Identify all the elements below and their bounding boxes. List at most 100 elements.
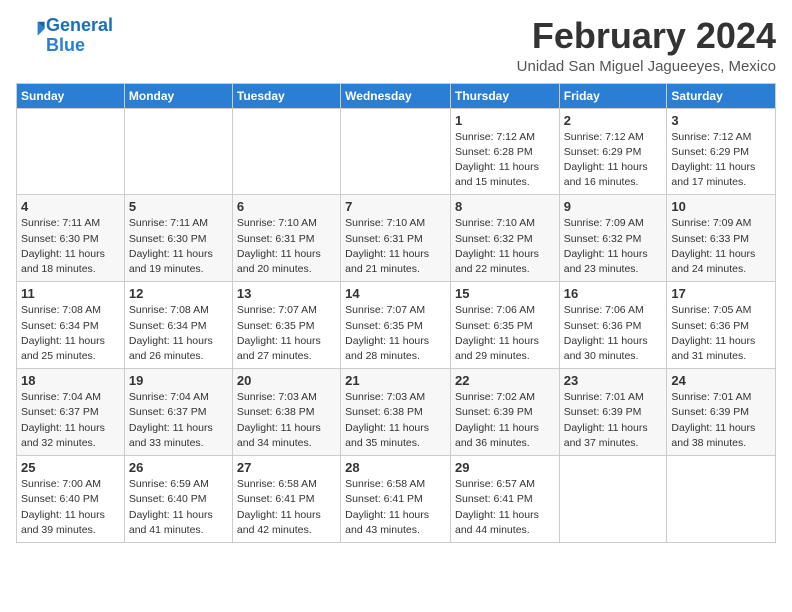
weekday-saturday: Saturday — [667, 83, 776, 108]
day-info: Sunrise: 6:59 AMSunset: 6:40 PMDaylight:… — [129, 477, 228, 538]
calendar-cell: 6 Sunrise: 7:10 AMSunset: 6:31 PMDaylight… — [232, 195, 340, 282]
day-number: 16 — [564, 286, 663, 301]
calendar-cell: 28 Sunrise: 6:58 AMSunset: 6:41 PMDayligh… — [341, 456, 451, 543]
day-info: Sunrise: 6:58 AMSunset: 6:41 PMDaylight:… — [237, 477, 336, 538]
day-info: Sunrise: 7:07 AMSunset: 6:35 PMDaylight:… — [345, 303, 446, 364]
day-number: 9 — [564, 199, 663, 214]
calendar-cell — [17, 108, 125, 195]
day-info: Sunrise: 7:06 AMSunset: 6:36 PMDaylight:… — [564, 303, 663, 364]
calendar-cell: 25 Sunrise: 7:00 AMSunset: 6:40 PMDayligh… — [17, 456, 125, 543]
day-info: Sunrise: 7:05 AMSunset: 6:36 PMDaylight:… — [671, 303, 771, 364]
day-info: Sunrise: 7:07 AMSunset: 6:35 PMDaylight:… — [237, 303, 336, 364]
day-number: 7 — [345, 199, 446, 214]
calendar-cell: 4 Sunrise: 7:11 AMSunset: 6:30 PMDaylight… — [17, 195, 125, 282]
day-info: Sunrise: 7:02 AMSunset: 6:39 PMDaylight:… — [455, 390, 555, 451]
calendar-cell: 23Sunrise: 7:01 AMSunset: 6:39 PMDayligh… — [559, 369, 667, 456]
day-info: Sunrise: 7:11 AMSunset: 6:30 PMDaylight:… — [129, 216, 228, 277]
calendar-cell: 7Sunrise: 7:10 AMSunset: 6:31 PMDaylight… — [341, 195, 451, 282]
day-number: 18 — [21, 373, 120, 388]
calendar-cell: 10Sunrise: 7:09 AMSunset: 6:33 PMDayligh… — [667, 195, 776, 282]
day-info: Sunrise: 7:04 AMSunset: 6:37 PMDaylight:… — [129, 390, 228, 451]
calendar-cell: 11 Sunrise: 7:08 AMSunset: 6:34 PMDayligh… — [17, 282, 125, 369]
day-number: 10 — [671, 199, 771, 214]
week-row-4: 18 Sunrise: 7:04 AMSunset: 6:37 PMDayligh… — [17, 369, 776, 456]
day-info: Sunrise: 7:03 AMSunset: 6:38 PMDaylight:… — [345, 390, 446, 451]
calendar-cell: 26 Sunrise: 6:59 AMSunset: 6:40 PMDayligh… — [124, 456, 232, 543]
calendar-cell: 5 Sunrise: 7:11 AMSunset: 6:30 PMDaylight… — [124, 195, 232, 282]
day-number: 2 — [564, 113, 663, 128]
calendar-cell: 8 Sunrise: 7:10 AMSunset: 6:32 PMDaylight… — [450, 195, 559, 282]
calendar-cell: 20 Sunrise: 7:03 AMSunset: 6:38 PMDayligh… — [232, 369, 340, 456]
day-number: 6 — [237, 199, 336, 214]
logo-icon — [18, 19, 46, 47]
weekday-thursday: Thursday — [450, 83, 559, 108]
calendar-cell — [124, 108, 232, 195]
day-info: Sunrise: 7:10 AMSunset: 6:31 PMDaylight:… — [237, 216, 336, 277]
day-number: 8 — [455, 199, 555, 214]
day-info: Sunrise: 6:58 AMSunset: 6:41 PMDaylight:… — [345, 477, 446, 538]
calendar-cell: 2 Sunrise: 7:12 AMSunset: 6:29 PMDaylight… — [559, 108, 667, 195]
day-info: Sunrise: 7:11 AMSunset: 6:30 PMDaylight:… — [21, 216, 120, 277]
calendar-cell: 17 Sunrise: 7:05 AMSunset: 6:36 PMDayligh… — [667, 282, 776, 369]
calendar-cell: 3 Sunrise: 7:12 AMSunset: 6:29 PMDaylight… — [667, 108, 776, 195]
day-number: 20 — [237, 373, 336, 388]
calendar-cell: 21Sunrise: 7:03 AMSunset: 6:38 PMDayligh… — [341, 369, 451, 456]
week-row-3: 11 Sunrise: 7:08 AMSunset: 6:34 PMDayligh… — [17, 282, 776, 369]
week-row-1: 1 Sunrise: 7:12 AMSunset: 6:28 PMDaylight… — [17, 108, 776, 195]
day-number: 12 — [129, 286, 228, 301]
calendar-cell: 15Sunrise: 7:06 AMSunset: 6:35 PMDayligh… — [450, 282, 559, 369]
calendar-cell: 13 Sunrise: 7:07 AMSunset: 6:35 PMDayligh… — [232, 282, 340, 369]
weekday-monday: Monday — [124, 83, 232, 108]
logo-text: General Blue — [46, 16, 113, 56]
calendar-cell — [667, 456, 776, 543]
calendar-cell — [559, 456, 667, 543]
day-info: Sunrise: 7:09 AMSunset: 6:32 PMDaylight:… — [564, 216, 663, 277]
day-number: 11 — [21, 286, 120, 301]
day-number: 5 — [129, 199, 228, 214]
day-info: Sunrise: 7:08 AMSunset: 6:34 PMDaylight:… — [21, 303, 120, 364]
page-header: General Blue February 2024 Unidad San Mi… — [16, 16, 776, 75]
day-info: Sunrise: 7:04 AMSunset: 6:37 PMDaylight:… — [21, 390, 120, 451]
day-info: Sunrise: 7:12 AMSunset: 6:29 PMDaylight:… — [671, 130, 771, 191]
day-info: Sunrise: 7:12 AMSunset: 6:28 PMDaylight:… — [455, 130, 555, 191]
calendar-cell: 16 Sunrise: 7:06 AMSunset: 6:36 PMDayligh… — [559, 282, 667, 369]
day-number: 4 — [21, 199, 120, 214]
weekday-sunday: Sunday — [17, 83, 125, 108]
logo: General Blue — [16, 16, 113, 56]
day-number: 27 — [237, 460, 336, 475]
day-number: 1 — [455, 113, 555, 128]
day-number: 19 — [129, 373, 228, 388]
weekday-wednesday: Wednesday — [341, 83, 451, 108]
calendar-table: SundayMondayTuesdayWednesdayThursdayFrid… — [16, 83, 776, 543]
location-title: Unidad San Miguel Jagueeyes, Mexico — [517, 58, 776, 75]
month-title: February 2024 — [517, 16, 776, 56]
calendar-cell — [341, 108, 451, 195]
day-info: Sunrise: 7:06 AMSunset: 6:35 PMDaylight:… — [455, 303, 555, 364]
day-info: Sunrise: 6:57 AMSunset: 6:41 PMDaylight:… — [455, 477, 555, 538]
day-info: Sunrise: 7:08 AMSunset: 6:34 PMDaylight:… — [129, 303, 228, 364]
calendar-cell: 22Sunrise: 7:02 AMSunset: 6:39 PMDayligh… — [450, 369, 559, 456]
weekday-tuesday: Tuesday — [232, 83, 340, 108]
week-row-5: 25 Sunrise: 7:00 AMSunset: 6:40 PMDayligh… — [17, 456, 776, 543]
calendar-cell: 9 Sunrise: 7:09 AMSunset: 6:32 PMDaylight… — [559, 195, 667, 282]
day-number: 3 — [671, 113, 771, 128]
day-number: 24 — [671, 373, 771, 388]
day-number: 26 — [129, 460, 228, 475]
day-number: 28 — [345, 460, 446, 475]
calendar-cell: 12 Sunrise: 7:08 AMSunset: 6:34 PMDayligh… — [124, 282, 232, 369]
day-info: Sunrise: 7:10 AMSunset: 6:32 PMDaylight:… — [455, 216, 555, 277]
day-info: Sunrise: 7:03 AMSunset: 6:38 PMDaylight:… — [237, 390, 336, 451]
day-number: 14 — [345, 286, 446, 301]
calendar-cell: 1 Sunrise: 7:12 AMSunset: 6:28 PMDaylight… — [450, 108, 559, 195]
day-number: 13 — [237, 286, 336, 301]
calendar-cell: 27 Sunrise: 6:58 AMSunset: 6:41 PMDayligh… — [232, 456, 340, 543]
calendar-body: 1 Sunrise: 7:12 AMSunset: 6:28 PMDaylight… — [17, 108, 776, 542]
day-info: Sunrise: 7:01 AMSunset: 6:39 PMDaylight:… — [671, 390, 771, 451]
day-number: 17 — [671, 286, 771, 301]
day-info: Sunrise: 7:00 AMSunset: 6:40 PMDaylight:… — [21, 477, 120, 538]
calendar-cell: 19 Sunrise: 7:04 AMSunset: 6:37 PMDayligh… — [124, 369, 232, 456]
weekday-friday: Friday — [559, 83, 667, 108]
day-info: Sunrise: 7:12 AMSunset: 6:29 PMDaylight:… — [564, 130, 663, 191]
calendar-cell: 18 Sunrise: 7:04 AMSunset: 6:37 PMDayligh… — [17, 369, 125, 456]
day-number: 25 — [21, 460, 120, 475]
